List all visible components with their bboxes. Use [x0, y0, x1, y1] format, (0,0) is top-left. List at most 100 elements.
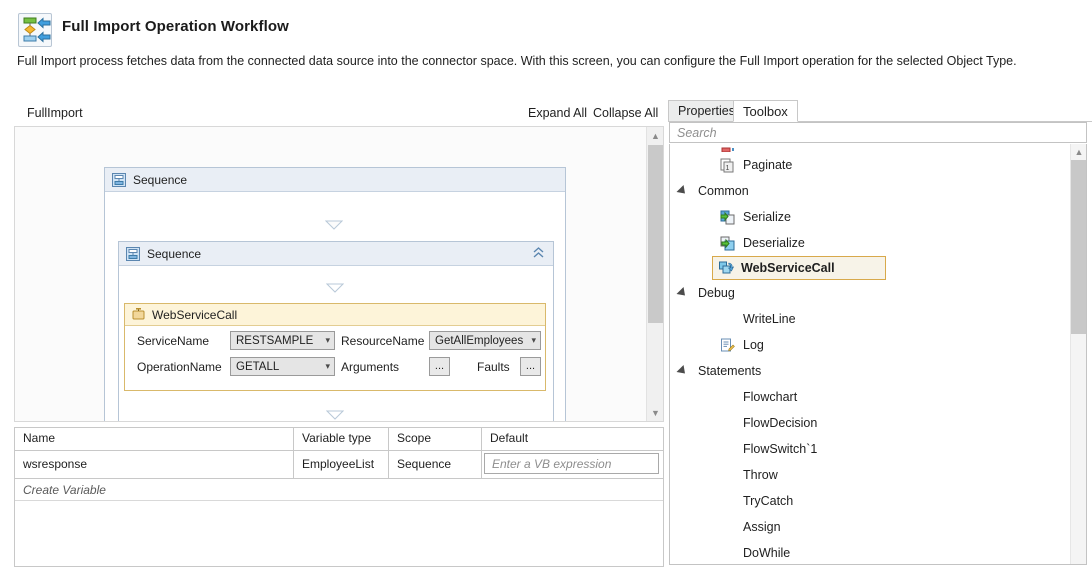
webservicecall-activity-header[interactable]: WebServiceCall — [125, 304, 545, 326]
cell-variable-name[interactable]: wsresponse — [15, 451, 294, 478]
sequence-activity-outer[interactable]: Sequence Sequence WebServiceCall Service… — [104, 167, 566, 421]
expand-all-link[interactable]: Expand All — [528, 106, 587, 120]
toolbox-item-label: Flowchart — [743, 390, 798, 404]
column-header-scope[interactable]: Scope — [389, 428, 482, 450]
scroll-down-icon[interactable]: ▼ — [647, 404, 663, 421]
tab-toolbox[interactable]: Toolbox — [733, 100, 798, 122]
webservicecall-icon — [719, 261, 735, 276]
table-row[interactable]: wsresponse EmployeeList Sequence Enter a… — [15, 451, 663, 479]
faults-editor-button[interactable]: ... — [520, 357, 541, 376]
toolbox-group-statements[interactable]: Statements — [670, 358, 1070, 384]
toolbox-tree[interactable]: 1 Paginate Common Serialize Deserialize … — [669, 144, 1087, 565]
toolbox-tree-viewport: 1 Paginate Common Serialize Deserialize … — [670, 144, 1070, 564]
toolbox-vertical-scrollbar[interactable]: ▲ — [1070, 144, 1086, 564]
search-input[interactable]: Search — [669, 122, 1087, 143]
column-header-name[interactable]: Name — [15, 428, 294, 450]
toolbox-item-label: FlowDecision — [743, 416, 818, 430]
cell-variable-scope[interactable]: Sequence — [389, 451, 482, 478]
sequence-icon — [112, 172, 126, 187]
toolbox-item-label: Paginate — [743, 158, 793, 172]
collapse-all-link[interactable]: Collapse All — [593, 106, 658, 120]
servicename-value: RESTSAMPLE — [236, 334, 314, 347]
servicename-combobox[interactable]: RESTSAMPLE ▾ — [230, 331, 335, 350]
log-icon — [720, 338, 735, 353]
deserialize-icon — [720, 236, 735, 251]
toolbox-group-common[interactable]: Common — [670, 178, 1070, 204]
page-title: Full Import Operation Workflow — [62, 18, 289, 35]
toolbox-item-dowhile[interactable]: DoWhile — [670, 540, 1070, 564]
svg-text:1: 1 — [726, 165, 730, 172]
field-label-operationname: OperationName — [137, 360, 222, 374]
toolbox-item-flowdecision[interactable]: FlowDecision — [670, 410, 1070, 436]
toolbox-item-label: Deserialize — [743, 236, 805, 250]
designer-toolbar: FullImport Expand All Collapse All — [14, 100, 664, 126]
expander-icon[interactable] — [676, 364, 689, 378]
operationname-combobox[interactable]: GETALL ▾ — [230, 357, 335, 376]
right-panel: Properties Toolbox Search 1 Paginate Com… — [668, 100, 1092, 567]
sequence-activity-inner[interactable]: Sequence WebServiceCall ServiceName REST… — [118, 241, 554, 421]
canvas-vertical-scrollbar[interactable]: ▲ ▼ — [646, 127, 663, 421]
field-label-arguments: Arguments — [341, 360, 400, 374]
cell-variable-type[interactable]: EmployeeList — [294, 451, 389, 478]
field-label-resourcename: ResourceName — [341, 334, 425, 348]
resourcename-value: GetAllEmployees — [435, 334, 524, 347]
drop-arrow-inner-bottom — [325, 409, 345, 421]
panel-tabstrip: Properties Toolbox — [668, 100, 1092, 122]
toolbox-scroll-thumb[interactable] — [1071, 160, 1086, 334]
workflow-canvas-surface[interactable]: Sequence Sequence WebServiceCall Service… — [15, 127, 646, 421]
chevron-down-icon: ▾ — [325, 335, 330, 345]
page-header: Full Import Operation Workflow Full Impo… — [0, 0, 1092, 78]
chevron-up-icon[interactable] — [532, 246, 545, 263]
toolbox-item-flowchart[interactable]: Flowchart — [670, 384, 1070, 410]
paginate-icon: 1 — [720, 158, 735, 173]
resourcename-combobox[interactable]: GetAllEmployees ▾ — [429, 331, 541, 350]
expander-icon[interactable] — [676, 184, 689, 198]
toolbox-group-label: Statements — [698, 364, 762, 378]
toolbox-item-assign[interactable]: Assign — [670, 514, 1070, 540]
toolbox-item-paginate[interactable]: 1 Paginate — [670, 152, 1070, 178]
operationname-value: GETALL — [236, 360, 280, 373]
canvas-scroll-thumb[interactable] — [648, 145, 663, 323]
breadcrumb[interactable]: FullImport — [27, 106, 83, 120]
toolbox-group-debug[interactable]: Debug — [670, 280, 1070, 306]
sequence-inner-header[interactable]: Sequence — [119, 242, 553, 266]
variables-grid[interactable]: Name Variable type Scope Default wsrespo… — [14, 427, 664, 567]
toolbox-item-label: Throw — [743, 468, 778, 482]
create-variable-row[interactable]: Create Variable — [15, 479, 663, 501]
toolbox-item-log[interactable]: Log — [670, 332, 1070, 358]
sequence-outer-header[interactable]: Sequence — [105, 168, 565, 192]
toolbox-item-label: TryCatch — [743, 494, 794, 508]
arguments-editor-button[interactable]: ... — [429, 357, 450, 376]
expander-icon[interactable] — [676, 286, 689, 300]
column-header-variable-type[interactable]: Variable type — [294, 428, 389, 450]
webservicecall-activity[interactable]: WebServiceCall ServiceName RESTSAMPLE ▾ … — [124, 303, 546, 391]
toolbox-item-webservicecall[interactable]: WebServiceCall — [712, 256, 886, 280]
toolbox-item-trycatch[interactable]: TryCatch — [670, 488, 1070, 514]
toolbox-item-label: DoWhile — [743, 546, 791, 560]
toolbox-item-deserialize[interactable]: Deserialize — [670, 230, 1070, 256]
scroll-up-icon[interactable]: ▲ — [1071, 144, 1086, 160]
serialize-icon — [720, 210, 735, 225]
scroll-up-icon[interactable]: ▲ — [647, 127, 663, 144]
toolbox-item-flowswitch[interactable]: FlowSwitch`1 — [670, 436, 1070, 462]
toolbox-item-throw[interactable]: Throw — [670, 462, 1070, 488]
workflow-canvas[interactable]: Sequence Sequence WebServiceCall Service… — [14, 126, 664, 422]
toolbox-item-label: Assign — [743, 520, 781, 534]
variables-header-row: Name Variable type Scope Default — [15, 428, 663, 451]
field-label-servicename: ServiceName — [137, 334, 210, 348]
column-header-default[interactable]: Default — [482, 428, 663, 450]
drop-arrow-outer — [324, 219, 344, 233]
workflow-import-icon — [18, 13, 52, 47]
toolbox-group-label: Debug — [698, 286, 735, 300]
toolbox-item-serialize[interactable]: Serialize — [670, 204, 1070, 230]
sequence-inner-label: Sequence — [147, 246, 202, 261]
chevron-down-icon: ▾ — [531, 335, 536, 345]
toolbox-item-clipped[interactable] — [670, 144, 1070, 152]
webservicecall-activity-title: WebServiceCall — [152, 307, 238, 322]
default-expression-input[interactable]: Enter a VB expression — [484, 453, 659, 474]
page-description: Full Import process fetches data from th… — [17, 54, 1017, 68]
toolbox-item-label: Serialize — [743, 210, 791, 224]
toolbox-item-writeline[interactable]: WriteLine — [670, 306, 1070, 332]
sequence-icon — [126, 246, 140, 261]
cell-variable-default[interactable]: Enter a VB expression — [482, 451, 663, 478]
